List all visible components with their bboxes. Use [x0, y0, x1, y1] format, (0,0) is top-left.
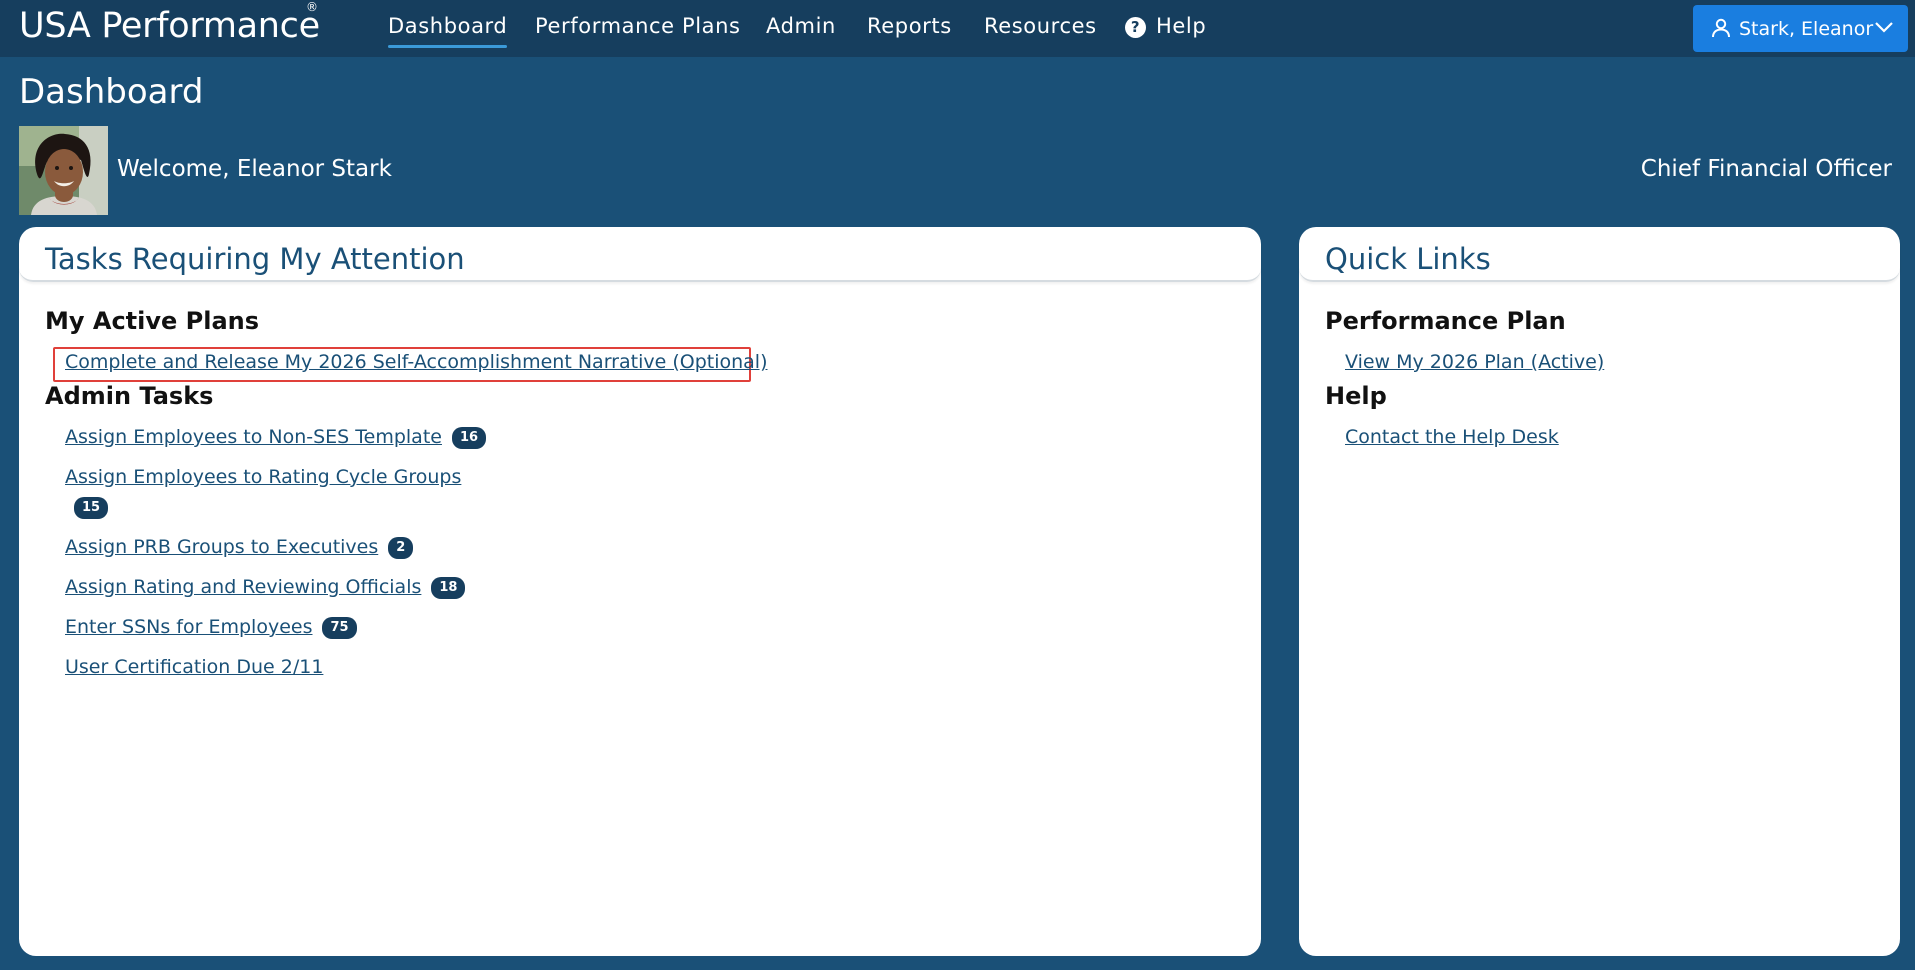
registered-mark: ® — [306, 0, 318, 14]
count-badge: 75 — [322, 617, 357, 639]
tasks-card: Tasks Requiring My Attention My Active P… — [19, 227, 1261, 956]
nav-admin[interactable]: Admin — [766, 14, 836, 48]
nav-dashboard[interactable]: Dashboard — [388, 14, 508, 48]
link-view-plan[interactable]: View My 2026 Plan (Active) — [1345, 351, 1604, 373]
task-link-rating-cycle-groups[interactable]: Assign Employees to Rating Cycle Groups — [65, 466, 461, 488]
quick-links-card: Quick Links Performance Plan View My 202… — [1299, 227, 1900, 956]
section-heading-active-plans: My Active Plans — [45, 307, 260, 335]
count-badge: 18 — [431, 577, 466, 599]
user-icon — [1712, 18, 1730, 38]
quick-links-card-header: Quick Links — [1299, 227, 1900, 282]
task-link-self-accomplishment[interactable]: Complete and Release My 2026 Self-Accomp… — [65, 351, 767, 373]
section-heading-admin-tasks: Admin Tasks — [45, 382, 214, 410]
link-contact-help-desk[interactable]: Contact the Help Desk — [1345, 426, 1559, 448]
task-link-rating-reviewing-officials[interactable]: Assign Rating and Reviewing Officials 18 — [65, 576, 466, 599]
brand-logo[interactable]: USA Performance — [19, 6, 320, 46]
count-badge: 16 — [451, 427, 487, 449]
nav-performance-plans[interactable]: Performance Plans — [535, 14, 741, 48]
nav-reports[interactable]: Reports — [867, 14, 952, 48]
task-link-prb-groups[interactable]: Assign PRB Groups to Executives 2 — [65, 536, 414, 559]
welcome-message: Welcome, Eleanor Stark — [117, 156, 392, 182]
nav-help[interactable]: ? Help — [1125, 14, 1206, 48]
tasks-card-header: Tasks Requiring My Attention — [19, 227, 1261, 282]
quick-links-card-title: Quick Links — [1325, 242, 1491, 276]
section-heading-help: Help — [1325, 382, 1387, 410]
section-heading-performance-plan: Performance Plan — [1325, 307, 1566, 335]
task-link-label: Assign Employees to Non-SES Template — [65, 426, 442, 448]
task-link-user-certification[interactable]: User Certification Due 2/11 — [65, 656, 323, 678]
task-link-label: Assign Rating and Reviewing Officials — [65, 576, 422, 598]
avatar-photo — [19, 126, 108, 215]
user-menu-button[interactable]: Stark, Eleanor — [1693, 5, 1908, 52]
question-circle-icon: ? — [1125, 17, 1146, 38]
task-link-label: Assign PRB Groups to Executives — [65, 536, 379, 558]
page-title: Dashboard — [19, 72, 204, 112]
task-link-non-ses-template[interactable]: Assign Employees to Non-SES Template 16 — [65, 426, 487, 449]
task-link-label: Enter SSNs for Employees — [65, 616, 313, 638]
nav-help-label: Help — [1156, 14, 1207, 38]
count-badge: 2 — [388, 537, 414, 559]
avatar — [19, 126, 108, 215]
user-menu-label: Stark, Eleanor — [1739, 18, 1874, 40]
tasks-card-title: Tasks Requiring My Attention — [45, 242, 465, 276]
job-title: Chief Financial Officer — [1640, 156, 1892, 182]
task-link-enter-ssns[interactable]: Enter SSNs for Employees 75 — [65, 616, 357, 639]
count-badge: 15 — [74, 497, 109, 519]
chevron-down-icon — [1875, 22, 1893, 33]
nav-resources[interactable]: Resources — [984, 14, 1097, 48]
top-nav-bar: USA Performance ® Dashboard Performance … — [0, 0, 1915, 57]
